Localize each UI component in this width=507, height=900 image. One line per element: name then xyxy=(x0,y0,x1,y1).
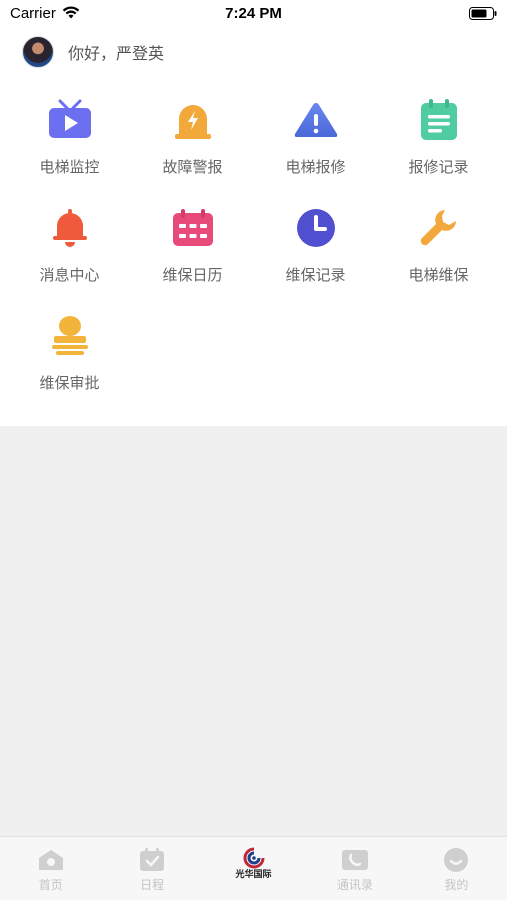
alarm-light-icon xyxy=(169,96,217,144)
menu-item-maintenance-approval[interactable]: 维保审批 xyxy=(8,306,131,414)
feature-grid: 电梯监控 故障警报 电梯报修 报修记录 消息中心 维保日历 维保记录 电梯维保 … xyxy=(8,90,499,414)
tab-label: 首页 xyxy=(38,878,63,892)
greeting-text: 你好，严登英 xyxy=(68,44,165,63)
menu-item-message-center[interactable]: 消息中心 xyxy=(8,198,131,306)
tv-monitor-icon xyxy=(46,96,94,144)
battery-icon xyxy=(469,7,497,24)
menu-item-fault-alarm[interactable]: 故障警报 xyxy=(131,90,254,198)
brand-logo-text: 光华国际 xyxy=(235,870,272,880)
bell-icon xyxy=(46,204,94,252)
tab-schedule[interactable]: 日程 xyxy=(101,837,202,900)
menu-item-label: 电梯监控 xyxy=(39,158,100,176)
menu-item-label: 故障警报 xyxy=(162,158,223,176)
tab-contacts[interactable]: 通讯录 xyxy=(304,837,405,900)
clipboard-list-icon xyxy=(415,96,463,144)
greeting-row: 你好，严登英 xyxy=(22,36,164,68)
menu-item-label: 消息中心 xyxy=(39,266,100,284)
menu-item-label: 电梯报修 xyxy=(285,158,346,176)
menu-item-label: 维保记录 xyxy=(285,266,346,284)
menu-item-label: 维保审批 xyxy=(39,374,100,392)
tab-label: 我的 xyxy=(444,878,469,892)
tab-brand[interactable]: 光华国际 xyxy=(203,837,304,900)
brand-logo-icon: 光华国际 xyxy=(236,847,272,885)
menu-item-elevator-repair[interactable]: 电梯报修 xyxy=(254,90,377,198)
menu-item-label: 维保日历 xyxy=(162,266,223,284)
menu-item-elevator-monitor[interactable]: 电梯监控 xyxy=(8,90,131,198)
tab-bar: 首页 日程 光华国际 通讯录 我的 xyxy=(0,836,507,900)
clock-icon xyxy=(292,204,340,252)
menu-item-elevator-maintenance[interactable]: 电梯维保 xyxy=(377,198,500,306)
avatar[interactable] xyxy=(22,36,54,68)
warning-triangle-icon xyxy=(292,96,340,144)
menu-item-label: 报修记录 xyxy=(408,158,469,176)
contacts-icon xyxy=(341,847,369,873)
menu-item-maintenance-records[interactable]: 维保记录 xyxy=(254,198,377,306)
menu-item-repair-records[interactable]: 报修记录 xyxy=(377,90,500,198)
menu-item-maintenance-calendar[interactable]: 维保日历 xyxy=(131,198,254,306)
tab-home[interactable]: 首页 xyxy=(0,837,101,900)
schedule-icon xyxy=(138,847,166,873)
calendar-icon xyxy=(169,204,217,252)
home-icon xyxy=(37,847,65,873)
profile-icon xyxy=(442,847,470,873)
menu-item-label: 电梯维保 xyxy=(408,266,469,284)
status-bar: Carrier 7:24 PM xyxy=(0,0,507,28)
tab-label: 通讯录 xyxy=(336,878,373,892)
wrench-icon xyxy=(415,204,463,252)
status-time: 7:24 PM xyxy=(225,5,282,22)
home-panel: 你好，严登英 电梯监控 故障警报 电梯报修 报修记录 消息中心 维保日历 维保记… xyxy=(0,28,507,426)
tab-profile[interactable]: 我的 xyxy=(406,837,507,900)
approval-stamp-icon xyxy=(46,312,94,360)
tab-label: 日程 xyxy=(140,878,165,892)
